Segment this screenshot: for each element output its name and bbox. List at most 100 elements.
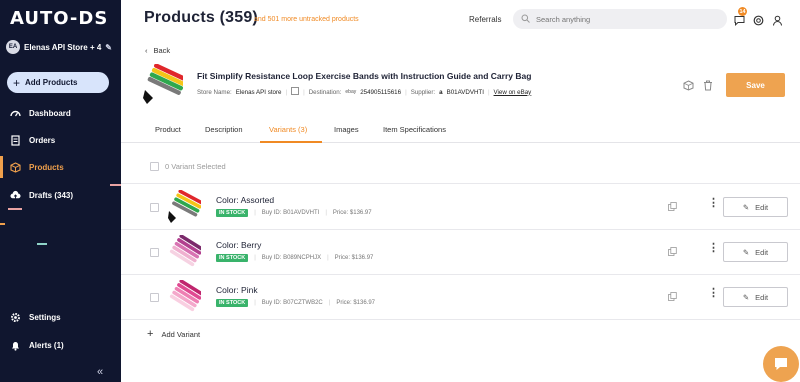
status-badge: IN STOCK: [216, 254, 249, 262]
divider: |: [285, 88, 288, 96]
autods-logo[interactable]: AUTO-DS: [10, 8, 108, 29]
buy-id: Buy ID: B07CZTWB2C: [261, 300, 323, 306]
collapse-sidebar-icon[interactable]: «: [97, 366, 103, 378]
sidebar-item-orders[interactable]: Orders: [0, 129, 121, 151]
sidebar-item-label: Settings: [29, 312, 61, 322]
pencil-icon: ✎: [742, 292, 750, 302]
search-input[interactable]: [536, 14, 716, 24]
copy-icon[interactable]: [668, 292, 677, 301]
variant-meta: IN STOCK | Buy ID: B089NCPHJX | Price: $…: [216, 254, 373, 262]
add-products-label: Add Products: [25, 78, 78, 87]
divider: |: [328, 300, 331, 306]
status-badge: IN STOCK: [216, 299, 249, 307]
edit-variant-button[interactable]: ✎ Edit: [723, 287, 788, 307]
plus-icon: +: [13, 75, 21, 90]
pencil-icon: ✎: [742, 202, 750, 212]
referrals-link[interactable]: Referrals: [469, 15, 501, 24]
store-selector[interactable]: EA Elenas API Store + 4 ✎: [6, 40, 112, 54]
pencil-icon[interactable]: ✎: [105, 43, 112, 52]
sidebar-item-label: Drafts (343): [29, 190, 74, 200]
buy-id: Buy ID: B089NCPHJX: [261, 255, 322, 261]
status-badge: IN STOCK: [216, 209, 249, 217]
product-tabs: Product Description Variants (3) Images …: [121, 118, 800, 143]
decorative-marker: [0, 223, 5, 225]
more-options-icon[interactable]: ⋮: [708, 198, 719, 209]
store-name: Elenas API Store + 4: [24, 42, 102, 52]
bell-icon: [10, 340, 21, 351]
divider: |: [254, 300, 256, 306]
cloud-upload-icon: [10, 190, 21, 201]
page-title: Products (359): [144, 9, 258, 26]
decorative-marker: [37, 243, 47, 245]
sidebar-item-settings[interactable]: Settings: [0, 306, 121, 328]
copy-icon[interactable]: [668, 202, 677, 211]
variant-name: Color: Pink: [216, 285, 258, 295]
variant-checkbox[interactable]: [150, 293, 159, 302]
back-label: Back: [153, 46, 171, 55]
variant-price: Price: $136.97: [334, 255, 374, 261]
chat-support-button[interactable]: [763, 346, 799, 382]
notification-badge: 14: [738, 7, 747, 16]
save-button[interactable]: Save: [726, 73, 785, 97]
search-bar[interactable]: [513, 9, 727, 29]
sidebar-item-alerts[interactable]: Alerts (1): [0, 334, 121, 356]
product-title: Fit Simplify Resistance Loop Exercise Ba…: [197, 71, 532, 81]
sidebar-item-label: Orders: [29, 135, 56, 145]
divider: |: [254, 210, 256, 216]
variant-checkbox[interactable]: [150, 248, 159, 257]
tab-images[interactable]: Images: [334, 125, 359, 134]
dashboard-icon: [10, 108, 21, 119]
active-tab-indicator: [260, 141, 322, 143]
store-name-value: Elenas API store: [235, 88, 282, 96]
tab-variants[interactable]: Variants (3): [269, 125, 307, 134]
variant-thumbnail: [168, 190, 201, 223]
top-header: Products (359) and 501 more untracked pr…: [121, 0, 800, 40]
sidebar-item-dashboard[interactable]: Dashboard: [0, 102, 121, 124]
variant-checkbox[interactable]: [150, 203, 159, 212]
divider: [121, 319, 800, 320]
tab-product[interactable]: Product: [155, 125, 181, 134]
tab-description[interactable]: Description: [205, 125, 243, 134]
support-lifebuoy-icon[interactable]: [752, 14, 764, 26]
edit-variant-button[interactable]: ✎ Edit: [723, 242, 788, 262]
sidebar-item-products[interactable]: Products: [0, 156, 121, 178]
store-avatar: EA: [6, 40, 20, 54]
note-icon[interactable]: [291, 87, 299, 97]
view-on-ebay-link[interactable]: View on eBay: [494, 89, 532, 96]
sidebar: AUTO-DS EA Elenas API Store + 4 ✎ + Add …: [0, 0, 121, 382]
chat-bubble-icon: [775, 358, 787, 370]
decorative-marker: [110, 184, 121, 186]
select-all-checkbox[interactable]: [150, 162, 159, 171]
variant-row: Color: Berry IN STOCK | Buy ID: B089NCPH…: [121, 229, 800, 274]
user-profile-icon[interactable]: [771, 14, 783, 26]
variant-price: Price: $136.97: [332, 210, 372, 216]
destination-value: 254905115616: [360, 88, 402, 96]
box-package-icon[interactable]: [682, 79, 694, 91]
edit-variant-button[interactable]: ✎ Edit: [723, 197, 788, 217]
untracked-products-link[interactable]: and 501 more untracked products: [254, 16, 359, 23]
back-link[interactable]: ‹ Back: [145, 46, 170, 55]
divider: |: [327, 255, 329, 261]
chevron-left-icon: ‹: [145, 46, 148, 55]
edit-label: Edit: [755, 202, 769, 212]
store-name-label: Store Name:: [197, 88, 232, 96]
variant-name: Color: Assorted: [216, 195, 275, 205]
sidebar-item-label: Dashboard: [29, 108, 71, 118]
buy-id: Buy ID: B01AVDVHTI: [261, 210, 320, 216]
sidebar-item-drafts[interactable]: Drafts (343): [0, 184, 121, 206]
sidebar-item-label: Products: [29, 162, 64, 172]
tab-item-specifications[interactable]: Item Specifications: [383, 125, 446, 134]
divider: |: [487, 88, 490, 96]
trash-icon[interactable]: [702, 79, 714, 91]
copy-icon[interactable]: [668, 247, 677, 256]
more-options-icon[interactable]: ⋮: [708, 288, 719, 299]
variant-meta: IN STOCK | Buy ID: B07CZTWB2C | Price: $…: [216, 299, 375, 307]
amazon-icon: a: [439, 88, 443, 96]
add-variant-button[interactable]: + Add Variant: [147, 329, 200, 340]
variant-row: Color: Pink IN STOCK | Buy ID: B07CZTWB2…: [121, 274, 800, 319]
pencil-icon: ✎: [742, 247, 750, 257]
more-options-icon[interactable]: ⋮: [708, 243, 719, 254]
add-products-button[interactable]: + Add Products: [7, 72, 109, 93]
divider: |: [254, 255, 256, 261]
variant-price: Price: $136.97: [336, 300, 376, 306]
